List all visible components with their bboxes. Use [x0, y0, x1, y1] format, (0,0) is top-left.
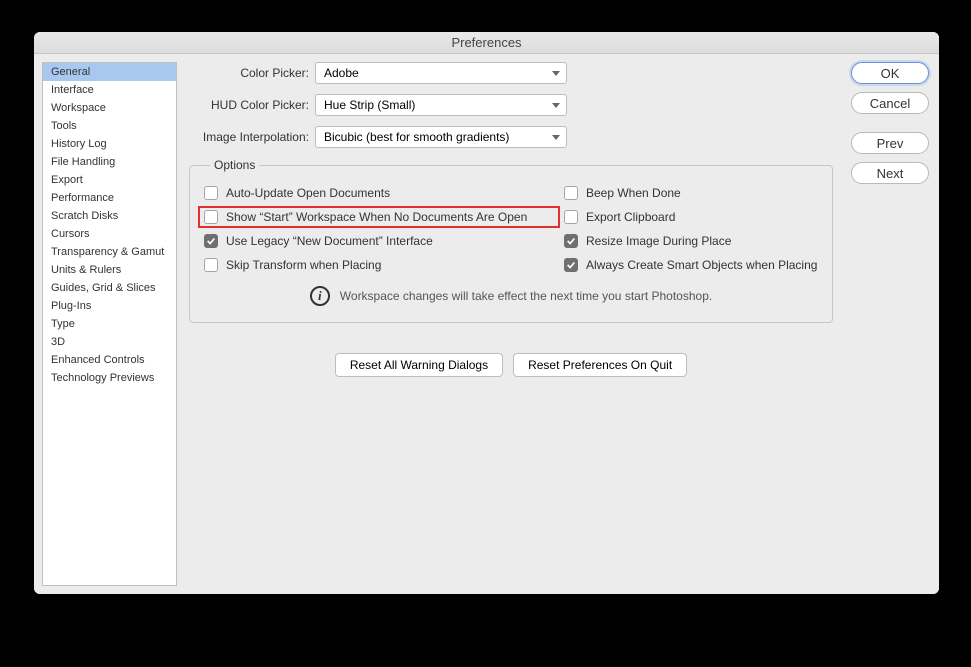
sidebar-item-cursors[interactable]: Cursors	[43, 225, 176, 243]
main-panel: Color Picker: Adobe HUD Color Picker: Hu…	[177, 62, 845, 586]
hud-color-picker-value: Hue Strip (Small)	[324, 98, 415, 112]
option-left-0[interactable]: Auto-Update Open Documents	[204, 186, 554, 200]
reset-warnings-button[interactable]: Reset All Warning Dialogs	[335, 353, 503, 377]
preferences-window: Preferences GeneralInterfaceWorkspaceToo…	[34, 32, 939, 594]
option-left-2[interactable]: Use Legacy “New Document” Interface	[204, 234, 554, 248]
cancel-button[interactable]: Cancel	[851, 92, 929, 114]
sidebar-item-plug-ins[interactable]: Plug-Ins	[43, 297, 176, 315]
checkbox-icon[interactable]	[564, 234, 578, 248]
chevron-down-icon	[552, 101, 560, 109]
option-label: Auto-Update Open Documents	[226, 186, 390, 200]
window-title: Preferences	[451, 35, 521, 50]
window-body: GeneralInterfaceWorkspaceToolsHistory Lo…	[34, 54, 939, 594]
next-button[interactable]: Next	[851, 162, 929, 184]
hud-color-picker-label: HUD Color Picker:	[189, 98, 309, 112]
checkbox-icon[interactable]	[204, 210, 218, 224]
color-picker-value: Adobe	[324, 66, 359, 80]
option-label: Export Clipboard	[586, 210, 675, 224]
sidebar-item-general[interactable]: General	[43, 63, 176, 81]
sidebar-item-tools[interactable]: Tools	[43, 117, 176, 135]
chevron-down-icon	[552, 133, 560, 141]
checkbox-icon[interactable]	[564, 186, 578, 200]
sidebar-item-enhanced-controls[interactable]: Enhanced Controls	[43, 351, 176, 369]
option-label: Use Legacy “New Document” Interface	[226, 234, 433, 248]
sidebar-item-units-rulers[interactable]: Units & Rulers	[43, 261, 176, 279]
options-note: Workspace changes will take effect the n…	[340, 289, 712, 303]
sidebar-item-3d[interactable]: 3D	[43, 333, 176, 351]
prev-button[interactable]: Prev	[851, 132, 929, 154]
option-left-3[interactable]: Skip Transform when Placing	[204, 258, 554, 272]
option-left-1[interactable]: Show “Start” Workspace When No Documents…	[198, 206, 560, 228]
checkbox-icon[interactable]	[204, 234, 218, 248]
sidebar: GeneralInterfaceWorkspaceToolsHistory Lo…	[42, 62, 177, 586]
color-picker-label: Color Picker:	[189, 66, 309, 80]
option-right-2[interactable]: Resize Image During Place	[564, 234, 818, 248]
checkbox-icon[interactable]	[564, 210, 578, 224]
sidebar-item-scratch-disks[interactable]: Scratch Disks	[43, 207, 176, 225]
interpolation-label: Image Interpolation:	[189, 130, 309, 144]
sidebar-item-history-log[interactable]: History Log	[43, 135, 176, 153]
color-picker-select[interactable]: Adobe	[315, 62, 567, 84]
options-legend: Options	[210, 158, 259, 172]
sidebar-item-transparency-gamut[interactable]: Transparency & Gamut	[43, 243, 176, 261]
option-right-1[interactable]: Export Clipboard	[564, 210, 818, 224]
hud-color-picker-select[interactable]: Hue Strip (Small)	[315, 94, 567, 116]
chevron-down-icon	[552, 69, 560, 77]
option-label: Resize Image During Place	[586, 234, 731, 248]
window-titlebar: Preferences	[34, 32, 939, 54]
option-label: Skip Transform when Placing	[226, 258, 381, 272]
option-right-0[interactable]: Beep When Done	[564, 186, 818, 200]
option-label: Beep When Done	[586, 186, 681, 200]
sidebar-item-performance[interactable]: Performance	[43, 189, 176, 207]
interpolation-select[interactable]: Bicubic (best for smooth gradients)	[315, 126, 567, 148]
interpolation-value: Bicubic (best for smooth gradients)	[324, 130, 509, 144]
option-label: Always Create Smart Objects when Placing	[586, 258, 817, 272]
ok-button[interactable]: OK	[851, 62, 929, 84]
options-fieldset: Options Auto-Update Open Documents Beep W…	[189, 158, 833, 323]
sidebar-item-type[interactable]: Type	[43, 315, 176, 333]
sidebar-item-technology-previews[interactable]: Technology Previews	[43, 369, 176, 387]
option-label: Show “Start” Workspace When No Documents…	[226, 210, 527, 224]
action-buttons: OK Cancel Prev Next	[845, 62, 931, 586]
sidebar-item-file-handling[interactable]: File Handling	[43, 153, 176, 171]
checkbox-icon[interactable]	[204, 186, 218, 200]
reset-prefs-button[interactable]: Reset Preferences On Quit	[513, 353, 687, 377]
option-right-3[interactable]: Always Create Smart Objects when Placing	[564, 258, 818, 272]
sidebar-item-export[interactable]: Export	[43, 171, 176, 189]
checkbox-icon[interactable]	[564, 258, 578, 272]
checkbox-icon[interactable]	[204, 258, 218, 272]
sidebar-item-workspace[interactable]: Workspace	[43, 99, 176, 117]
info-icon: i	[310, 286, 330, 306]
sidebar-item-guides-grid-slices[interactable]: Guides, Grid & Slices	[43, 279, 176, 297]
sidebar-item-interface[interactable]: Interface	[43, 81, 176, 99]
